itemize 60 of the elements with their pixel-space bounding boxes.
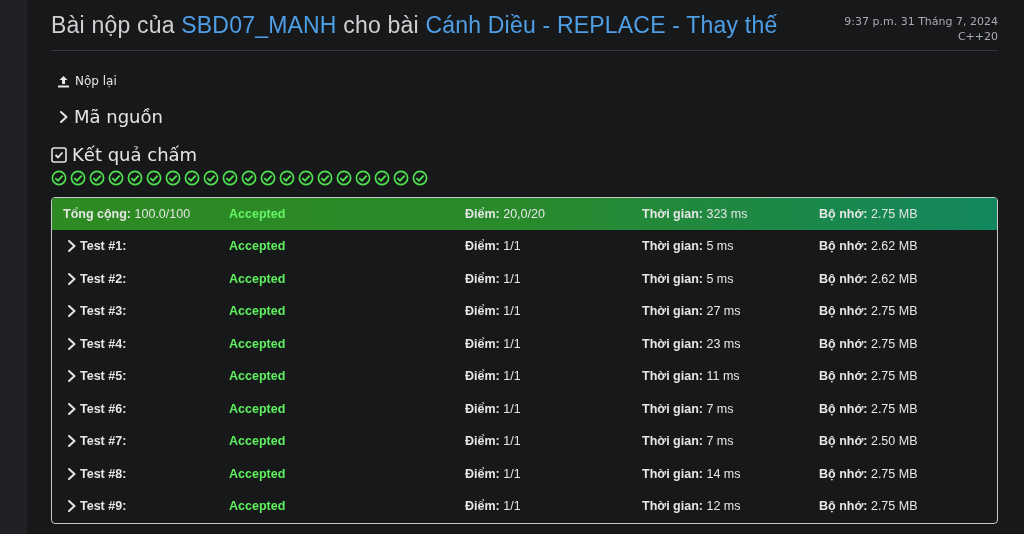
time-text: Thời gian: 5 ms xyxy=(642,271,735,286)
page-title: Bài nộp của SBD07_MANH cho bài Cánh Diều - REPLACE - Thay thế xyxy=(51,12,778,39)
upload-icon xyxy=(57,74,70,88)
time-text: Thời gian: 12 ms xyxy=(642,499,742,514)
status-text: Accepted xyxy=(229,434,287,449)
status-text: Accepted xyxy=(229,239,287,254)
memory-text: Bộ nhớ: 2.50 MB xyxy=(819,434,918,449)
status-text: Accepted xyxy=(229,271,287,286)
status-text: Accepted xyxy=(229,207,287,221)
points-text: Điểm: 1/1 xyxy=(465,466,522,481)
user-link[interactable]: SBD07_MANH xyxy=(181,12,337,38)
memory-text: Bộ nhớ: 2.75 MB xyxy=(819,369,918,384)
resubmit-link[interactable]: Nộp lại xyxy=(57,74,117,88)
time-text: Thời gian: 323 ms xyxy=(642,207,749,221)
status-text: Accepted xyxy=(229,336,287,351)
source-code-toggle[interactable]: Mã nguồn xyxy=(59,106,163,127)
time-text: Thời gian: 27 ms xyxy=(642,304,742,319)
test-label[interactable]: Test #5: xyxy=(80,369,127,384)
test-label[interactable]: Test #1: xyxy=(80,239,127,254)
memory-text: Bộ nhớ: 2.75 MB xyxy=(819,304,918,319)
time-text: Thời gian: 5 ms xyxy=(642,239,735,254)
memory-text: Bộ nhớ: 2.75 MB xyxy=(819,336,918,351)
time-text: Thời gian: 23 ms xyxy=(642,336,742,351)
memory-text: Bộ nhớ: 2.75 MB xyxy=(819,466,918,481)
status-text: Accepted xyxy=(229,401,287,416)
memory-text: Bộ nhớ: 2.75 MB xyxy=(819,207,918,221)
results-heading: Kết quả chấm xyxy=(72,144,198,165)
submission-date: 9:37 p.m. 31 Tháng 7, 2024 xyxy=(844,14,998,29)
total-score: Tổng cộng: 100.0/100 xyxy=(62,207,192,221)
status-text: Accepted xyxy=(229,499,287,514)
points-text: Điểm: 1/1 xyxy=(465,369,522,384)
checkbox-icon xyxy=(51,146,67,163)
time-text: Thời gian: 7 ms xyxy=(642,401,735,416)
test-label[interactable]: Test #3: xyxy=(80,304,127,319)
points-text: Điểm: 20,0/20 xyxy=(465,207,546,221)
problem-link[interactable]: Cánh Diều - REPLACE - Thay thế xyxy=(425,12,778,38)
test-label[interactable]: Test #2: xyxy=(80,271,127,286)
points-text: Điểm: 1/1 xyxy=(465,499,522,514)
memory-text: Bộ nhớ: 2.75 MB xyxy=(819,499,918,514)
memory-text: Bộ nhớ: 2.62 MB xyxy=(819,239,918,254)
test-label[interactable]: Test #7: xyxy=(80,434,127,449)
test-label[interactable]: Test #4: xyxy=(80,336,127,351)
time-text: Thời gian: 14 ms xyxy=(642,466,742,481)
test-label[interactable]: Test #9: xyxy=(80,499,127,514)
points-text: Điểm: 1/1 xyxy=(465,434,522,449)
memory-text: Bộ nhớ: 2.75 MB xyxy=(819,401,918,416)
time-text: Thời gian: 11 ms xyxy=(642,369,741,384)
points-text: Điểm: 1/1 xyxy=(465,271,522,286)
points-text: Điểm: 1/1 xyxy=(465,401,522,416)
test-label[interactable]: Test #8: xyxy=(80,466,127,481)
points-text: Điểm: 1/1 xyxy=(465,304,522,319)
time-text: Thời gian: 7 ms xyxy=(642,434,735,449)
memory-text: Bộ nhớ: 2.62 MB xyxy=(819,271,918,286)
language-label: C++20 xyxy=(957,29,998,44)
test-label[interactable]: Test #6: xyxy=(80,401,127,416)
points-text: Điểm: 1/1 xyxy=(465,239,522,254)
status-text: Accepted xyxy=(229,466,287,481)
status-text: Accepted xyxy=(229,304,287,319)
status-text: Accepted xyxy=(229,369,287,384)
points-text: Điểm: 1/1 xyxy=(465,336,522,351)
